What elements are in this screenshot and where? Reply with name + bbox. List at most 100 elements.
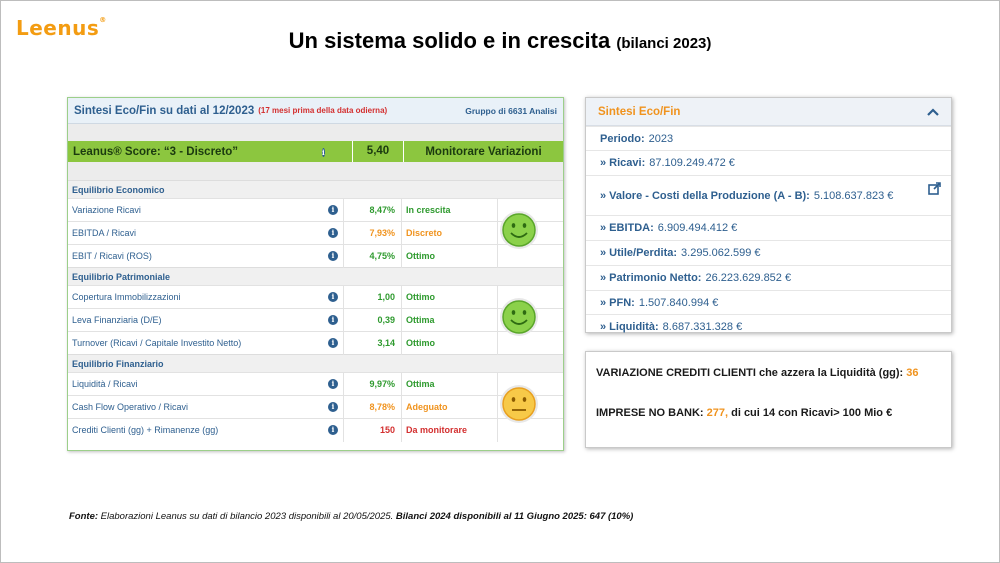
indicator-label: EBIT / Ricavi (ROS) <box>72 251 152 261</box>
credit-variation-line: VARIAZIONE CREDITI CLIENTI che azzera la… <box>596 367 919 379</box>
panel-row-label: » EBITDA: <box>600 222 654 234</box>
indicator-label: EBITDA / Ricavi <box>72 228 137 238</box>
no-bank-line: IMPRESE NO BANK: 277, di cui 14 con Rica… <box>596 407 893 419</box>
panel-row-value: 8.687.331.328 € <box>662 320 743 333</box>
indicator-value: 3,14 <box>343 331 401 355</box>
panel-row: » Liquidità: 8.687.331.328 € <box>586 314 951 338</box>
source-footnote: Fonte: Elaborazioni Leanus su dati di bi… <box>69 511 634 522</box>
panel-row-value: 87.109.249.472 € <box>649 157 735 169</box>
panel-row-value: 2023 <box>648 132 674 145</box>
table-row: Turnover (Ricavi / Capitale Investito Ne… <box>68 331 563 355</box>
slide-title: Un sistema solido e in crescita (bilanci… <box>288 28 712 53</box>
indicator-label: Leva Finanziaria (D/E) <box>72 315 162 325</box>
indicator-status: Adeguato <box>401 395 497 419</box>
score-value: 5,40 <box>352 141 404 162</box>
indicator-status: Ottimo <box>401 285 497 309</box>
table-row: Variazione Ricavi i 8,47% In crescita <box>68 198 563 222</box>
section-group: Variazione Ricavi i 8,47% In crescita EBITDA… <box>68 198 563 268</box>
panel-header[interactable]: Sintesi Eco/Fin <box>586 98 951 126</box>
group-count: Gruppo di 6631 Analisi <box>465 105 557 116</box>
indicator-label: Liquidità / Ricavi <box>72 379 138 389</box>
section-group: Liquidità / Ricavi i 9,97% Ottima Cash Flow … <box>68 372 563 442</box>
info-icon[interactable]: i <box>328 402 338 412</box>
info-icon[interactable]: i <box>328 292 338 302</box>
smiley-face-icon <box>499 297 539 337</box>
panel-row-label: » Ricavi: <box>600 157 646 169</box>
section-group: Copertura Immobilizzazioni i 1,00 Ottimo Lev… <box>68 285 563 355</box>
external-link-icon[interactable] <box>928 182 941 195</box>
ecofin-summary-table: Sintesi Eco/Fin su dati al 12/2023 (17 m… <box>67 97 564 451</box>
indicator-label: Cash Flow Operativo / Ricavi <box>72 402 189 412</box>
no-bank-value: 277, <box>706 407 729 419</box>
panel-row-value: 26.223.629.852 € <box>705 272 792 284</box>
score-message: Monitorare Variazioni <box>425 145 542 158</box>
info-icon[interactable]: i <box>328 425 338 435</box>
panel-row-label: » Liquidità: <box>600 320 659 333</box>
indicator-value: 0,39 <box>343 308 401 332</box>
chevron-up-icon[interactable] <box>927 107 939 116</box>
indicator-label: Copertura Immobilizzazioni <box>72 292 181 302</box>
section-header: Equilibrio Patrimoniale <box>68 267 563 285</box>
info-icon[interactable]: i <box>328 379 338 389</box>
panel-row: » EBITDA: 6.909.494.412 € <box>586 215 951 240</box>
score-label: Leanus® Score: “3 - Discreto” <box>73 145 239 158</box>
panel-row-value: 6.909.494.412 € <box>657 222 738 234</box>
table-row: EBIT / Ricavi (ROS) i 4,75% Ottimo <box>68 244 563 268</box>
indicator-status: Ottimo <box>401 244 497 268</box>
panel-row: Periodo: 2023 <box>586 126 951 150</box>
panel-title: Sintesi Eco/Fin <box>598 105 681 118</box>
table-row: EBITDA / Ricavi i 7,93% Discreto <box>68 221 563 245</box>
panel-row-value: 3.295.062.599 € <box>681 247 761 259</box>
indicator-value: 1,00 <box>343 285 401 309</box>
indicator-value: 8,47% <box>343 198 401 222</box>
indicator-value: 150 <box>343 418 401 442</box>
panel-row-value: 1.507.840.994 € <box>638 296 719 309</box>
panel-row: » PFN: 1.507.840.994 € <box>586 290 951 314</box>
table-row: Copertura Immobilizzazioni i 1,00 Ottimo <box>68 285 563 309</box>
panel-row-label: Periodo: <box>600 132 645 145</box>
credit-variation-value: 36 <box>906 367 919 379</box>
spacer <box>68 162 563 180</box>
info-icon[interactable]: i <box>328 251 338 261</box>
panel-row: » Ricavi: 87.109.249.472 € <box>586 150 951 175</box>
indicator-status: Ottima <box>401 372 497 396</box>
panel-row: » Utile/Perdita: 3.295.062.599 € <box>586 240 951 265</box>
table-header-note: (17 mesi prima della data odierna) <box>258 106 388 115</box>
table-row: Leva Finanziaria (D/E) i 0,39 Ottima <box>68 308 563 332</box>
indicator-value: 8,78% <box>343 395 401 419</box>
slide-subtitle: (bilanci 2023) <box>616 35 712 52</box>
table-row: Cash Flow Operativo / Ricavi i 8,78% Adegua… <box>68 395 563 419</box>
indicator-label: Turnover (Ricavi / Capitale Investito Ne… <box>72 338 242 348</box>
info-icon[interactable]: i <box>328 205 338 215</box>
info-icon[interactable]: i <box>328 228 338 238</box>
indicator-status: Da monitorare <box>401 418 497 442</box>
table-header: Sintesi Eco/Fin su dati al 12/2023 (17 m… <box>68 98 563 124</box>
panel-row: » Valore - Costi della Produzione (A - B… <box>586 175 951 215</box>
section-header: Equilibrio Finanziario <box>68 354 563 372</box>
panel-row: » Patrimonio Netto: 26.223.629.852 € <box>586 265 951 290</box>
neutral-face-icon <box>499 384 539 424</box>
score-row: Leanus® Score: “3 - Discreto” i 5,40 Mon… <box>68 141 563 162</box>
panel-row-label: » Utile/Perdita: <box>600 247 678 259</box>
table-row: Crediti Clienti (gg) + Rimanenze (gg) i 15… <box>68 418 563 442</box>
indicator-value: 7,93% <box>343 221 401 245</box>
table-title: Sintesi Eco/Fin su dati al 12/2023 <box>74 104 255 117</box>
section-header: Equilibrio Economico <box>68 180 563 198</box>
indicator-value: 4,75% <box>343 244 401 268</box>
indicator-value: 9,97% <box>343 372 401 396</box>
credit-variation-box: VARIAZIONE CREDITI CLIENTI che azzera la… <box>585 351 952 448</box>
info-icon[interactable]: i <box>328 315 338 325</box>
panel-row-label: » Valore - Costi della Produzione (A - B… <box>600 189 810 202</box>
indicator-status: Discreto <box>401 221 497 245</box>
indicator-status: In crescita <box>401 198 497 222</box>
indicator-label: Variazione Ricavi <box>72 205 141 215</box>
indicator-label: Crediti Clienti (gg) + Rimanenze (gg) <box>72 425 219 435</box>
ecofin-panel: Sintesi Eco/Fin Periodo: 2023» Ricavi: 87.… <box>585 97 952 333</box>
table-row: Liquidità / Ricavi i 9,97% Ottima <box>68 372 563 396</box>
info-icon[interactable]: i <box>322 147 325 157</box>
panel-row-label: » Patrimonio Netto: <box>600 272 702 284</box>
info-icon[interactable]: i <box>328 338 338 348</box>
spacer <box>68 124 563 141</box>
indicator-status: Ottimo <box>401 331 497 355</box>
panel-row-label: » PFN: <box>600 296 635 309</box>
